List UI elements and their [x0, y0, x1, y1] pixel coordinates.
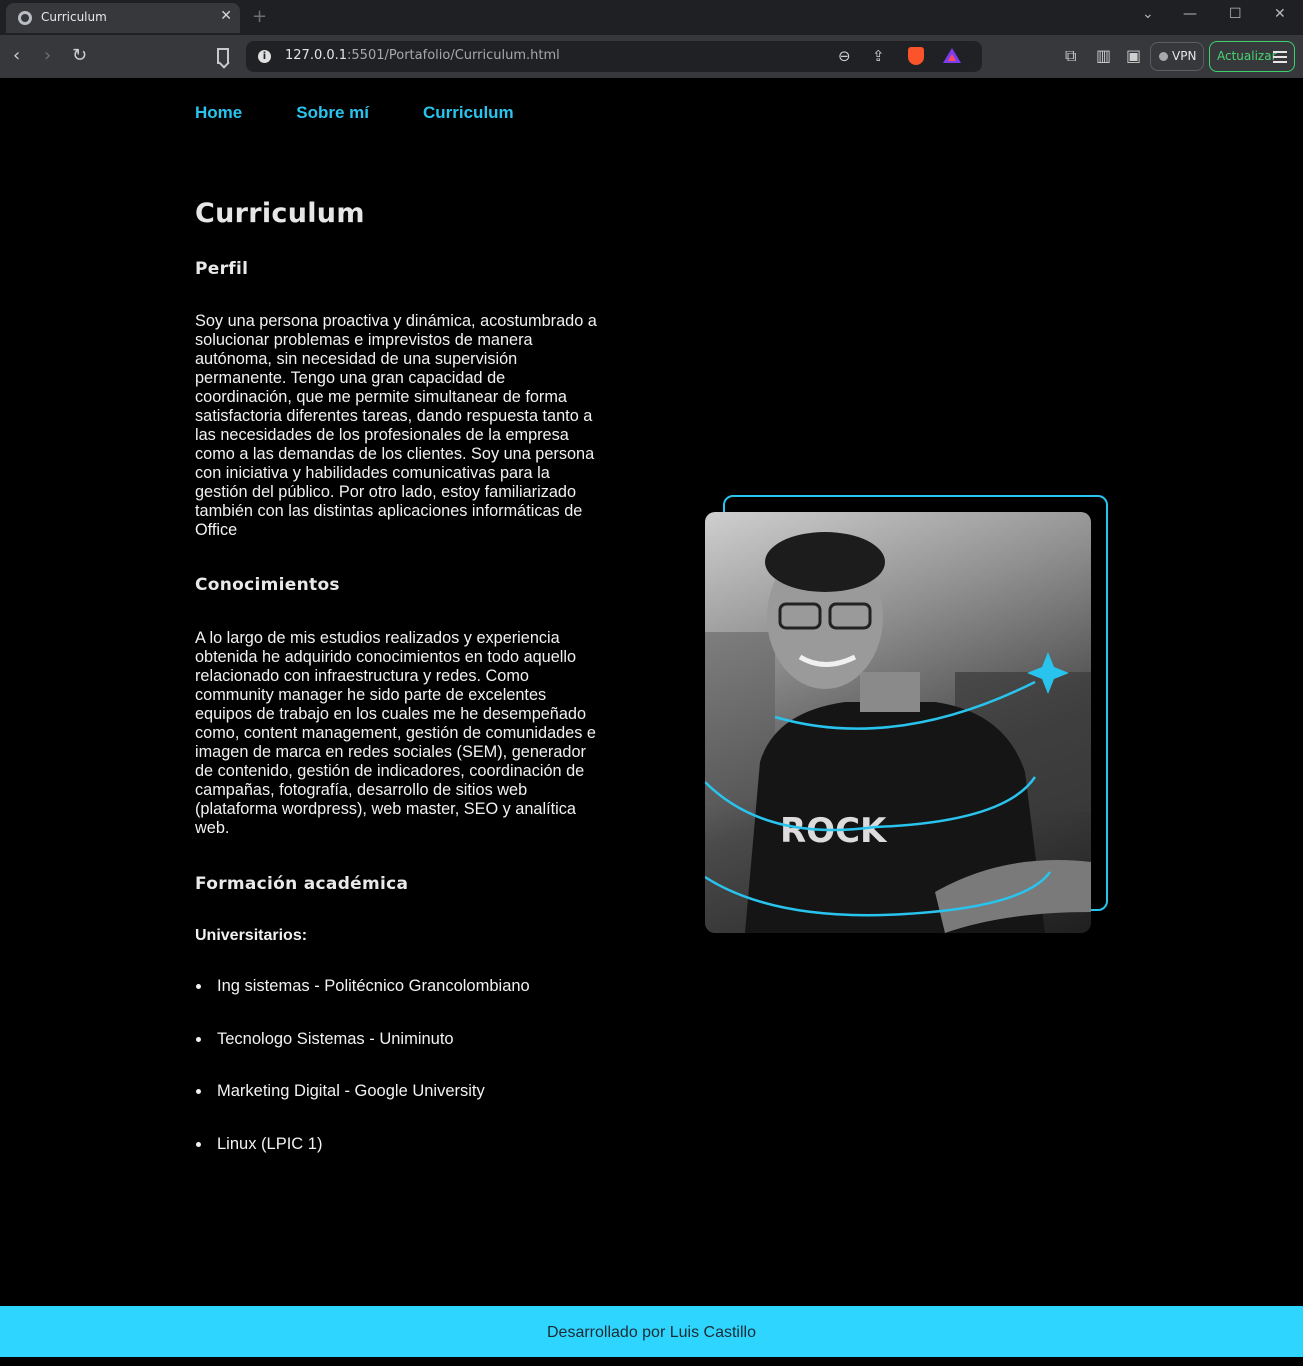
conocimientos-title: Conocimientos — [195, 575, 340, 595]
share-icon[interactable]: ⇪ — [872, 47, 885, 65]
url-host: 127.0.0.1 — [285, 48, 348, 63]
minimize-icon[interactable]: — — [1183, 6, 1197, 22]
formacion-title: Formación académica — [195, 874, 409, 894]
perfil-text: Soy una persona proactiva y dinámica, ac… — [195, 312, 597, 539]
sidebar-icon[interactable]: ▥ — [1096, 46, 1111, 65]
tab-search-icon[interactable]: ⌄ — [1142, 6, 1154, 22]
close-window-icon[interactable]: ✕ — [1274, 6, 1286, 22]
nav-link-curriculum[interactable]: Curriculum — [423, 103, 514, 123]
brave-shields-icon[interactable] — [908, 47, 924, 65]
list-item: Marketing Digital - Google University — [195, 1082, 605, 1135]
menu-icon — [1273, 51, 1287, 63]
photo-illustration: ROCK — [705, 532, 1091, 933]
conocimientos-text: A lo largo de mis estudios realizados y … — [195, 629, 596, 837]
reload-icon[interactable]: ↻ — [72, 45, 87, 66]
universitarios-subtitle: Universitarios: — [195, 927, 308, 944]
list-item: Tecnologo Sistemas - Uniminuto — [195, 1030, 605, 1083]
nav-link-about[interactable]: Sobre mí — [296, 103, 369, 123]
page-body: Home Sobre mí Curriculum Curriculum Perf… — [0, 78, 1303, 1366]
vpn-button[interactable]: VPN — [1150, 42, 1204, 71]
back-icon[interactable]: ‹ — [13, 45, 20, 66]
maximize-icon[interactable]: ☐ — [1229, 6, 1242, 22]
site-nav: Home Sobre mí Curriculum — [195, 103, 514, 123]
page-title: Curriculum — [195, 198, 365, 229]
extensions-icon[interactable]: ⧉ — [1065, 46, 1076, 66]
address-bar[interactable]: i 127.0.0.1:5501/Portafolio/Curriculum.h… — [246, 41, 982, 72]
nav-link-home[interactable]: Home — [195, 103, 242, 123]
url-path: :5501/Portafolio/Curriculum.html — [347, 48, 560, 63]
tab-title: Curriculum — [41, 10, 107, 24]
new-tab-button[interactable]: + — [252, 6, 267, 27]
update-label: Actualizar — [1217, 49, 1277, 63]
close-tab-icon[interactable]: ✕ — [220, 8, 232, 24]
wallet-icon[interactable]: ▣ — [1126, 46, 1141, 65]
footer-credit: Desarrollado por Luis Castillo — [547, 1324, 756, 1341]
update-button[interactable]: Actualizar — [1209, 41, 1295, 72]
browser-tab-strip: Curriculum ✕ + ⌄ — ☐ ✕ — [0, 0, 1303, 35]
footer: Desarrollado por Luis Castillo — [0, 1306, 1303, 1357]
url-text[interactable]: 127.0.0.1:5501/Portafolio/Curriculum.htm… — [285, 48, 560, 63]
globe-icon — [18, 11, 32, 25]
site-info-icon[interactable]: i — [258, 50, 271, 63]
curriculum-content: Curriculum Perfil Soy una persona proact… — [195, 198, 605, 1187]
list-item: Linux (LPIC 1) — [195, 1135, 605, 1188]
forward-icon[interactable]: › — [44, 45, 51, 66]
brave-rewards-icon[interactable] — [943, 48, 961, 63]
zoom-icon[interactable]: ⊖ — [838, 47, 851, 65]
education-list: Ing sistemas - Politécnico Grancolombian… — [195, 977, 605, 1187]
bookmark-icon[interactable] — [217, 48, 229, 64]
profile-photo-block: ROCK — [705, 495, 1108, 934]
list-item: Ing sistemas - Politécnico Grancolombian… — [195, 977, 605, 1030]
browser-toolbar: ‹ › ↻ i 127.0.0.1:5501/Portafolio/Curric… — [0, 35, 1303, 78]
perfil-title: Perfil — [195, 259, 249, 279]
profile-photo: ROCK — [705, 512, 1091, 933]
browser-tab[interactable]: Curriculum ✕ — [6, 3, 240, 33]
